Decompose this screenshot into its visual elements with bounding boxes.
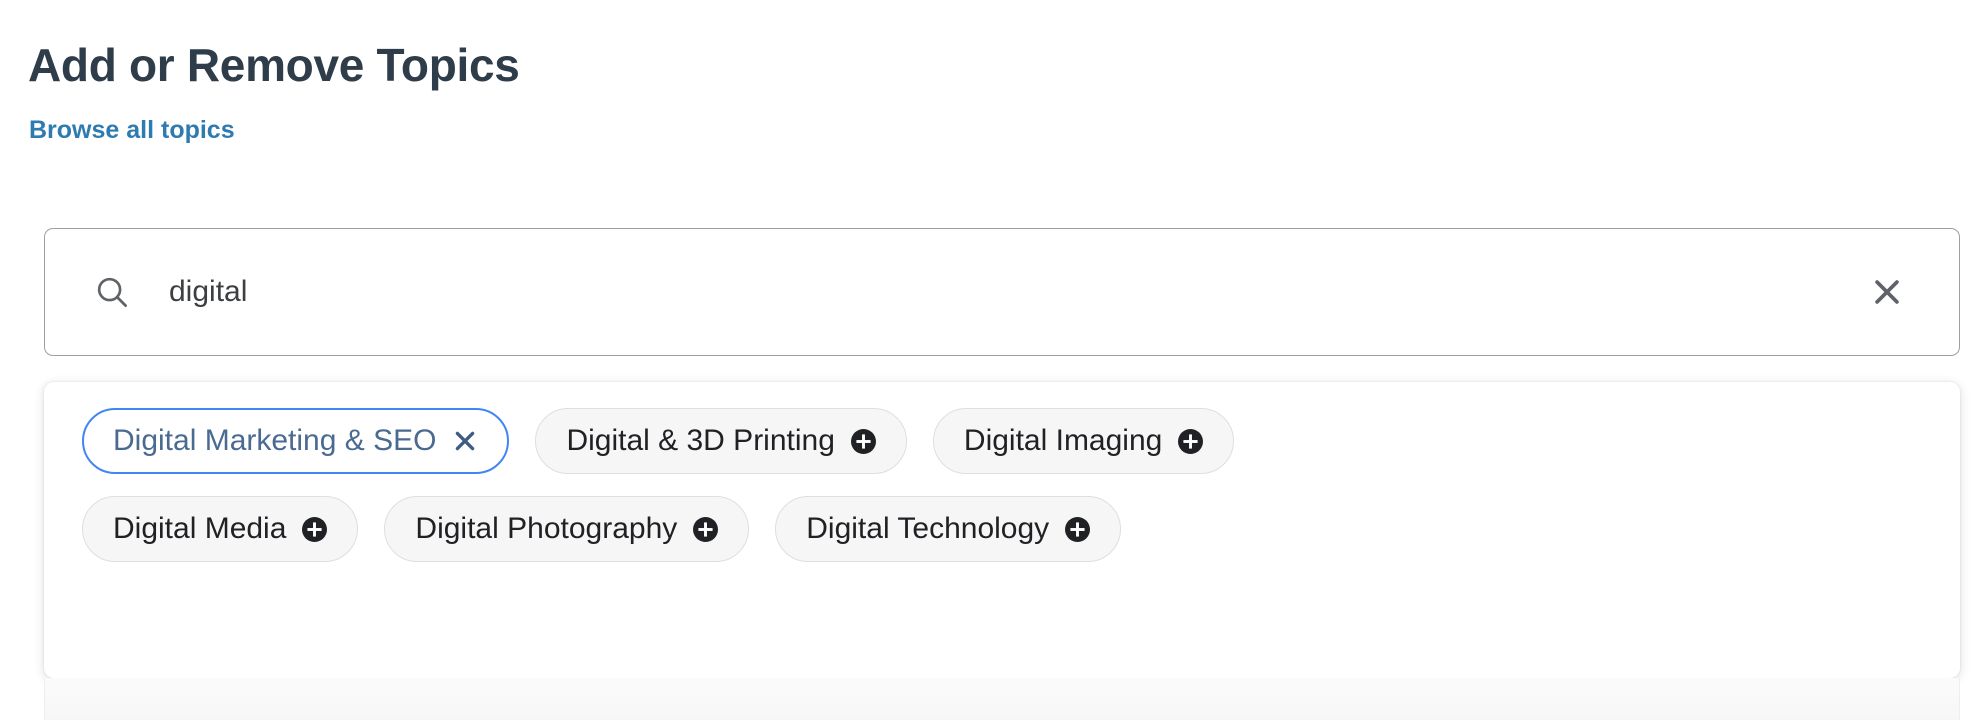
plus-circle-icon[interactable]: [693, 516, 719, 542]
browse-all-topics-link[interactable]: Browse all topics: [29, 114, 235, 146]
plus-circle-icon[interactable]: [1065, 516, 1091, 542]
search-input[interactable]: [169, 272, 1845, 312]
topic-chip[interactable]: Digital Imaging: [932, 408, 1235, 474]
topic-chip[interactable]: Digital & 3D Printing: [535, 408, 907, 474]
topic-chip-label: Digital Marketing & SEO: [113, 424, 437, 457]
topic-chip-row: Digital Media Digital Photography Digital …: [82, 496, 1922, 562]
plus-circle-icon[interactable]: [302, 516, 328, 542]
topic-search-box[interactable]: [44, 228, 1960, 356]
clear-search-button[interactable]: [1865, 270, 1909, 314]
page-content-below-panel: [44, 678, 1960, 720]
topic-chip-label: Digital Imaging: [963, 424, 1163, 457]
close-icon[interactable]: [452, 428, 478, 454]
topics-picker-page: Add or Remove Topics Browse all topics D…: [0, 0, 1988, 720]
page-title: Add or Remove Topics: [28, 38, 520, 91]
close-icon: [1870, 275, 1904, 309]
topic-suggestions-panel: Digital Marketing & SEO Digital & 3D Prin…: [44, 382, 1960, 678]
topic-chip-list: Digital Marketing & SEO Digital & 3D Prin…: [82, 408, 1922, 562]
plus-circle-icon[interactable]: [1178, 428, 1204, 454]
topic-chip[interactable]: Digital Technology: [775, 496, 1122, 562]
topic-chip[interactable]: Digital Media: [82, 496, 359, 562]
topic-chip-label: Digital Photography: [415, 512, 678, 545]
topic-chip-label: Digital Technology: [806, 512, 1050, 545]
topic-chip[interactable]: Digital Marketing & SEO: [82, 408, 510, 474]
topic-chip-label: Digital Media: [113, 512, 287, 545]
plus-circle-icon[interactable]: [850, 428, 876, 454]
topic-chip-label: Digital & 3D Printing: [566, 424, 835, 457]
search-icon: [93, 273, 131, 311]
topic-chip-row: Digital Marketing & SEO Digital & 3D Prin…: [82, 408, 1922, 474]
topic-chip[interactable]: Digital Photography: [384, 496, 750, 562]
